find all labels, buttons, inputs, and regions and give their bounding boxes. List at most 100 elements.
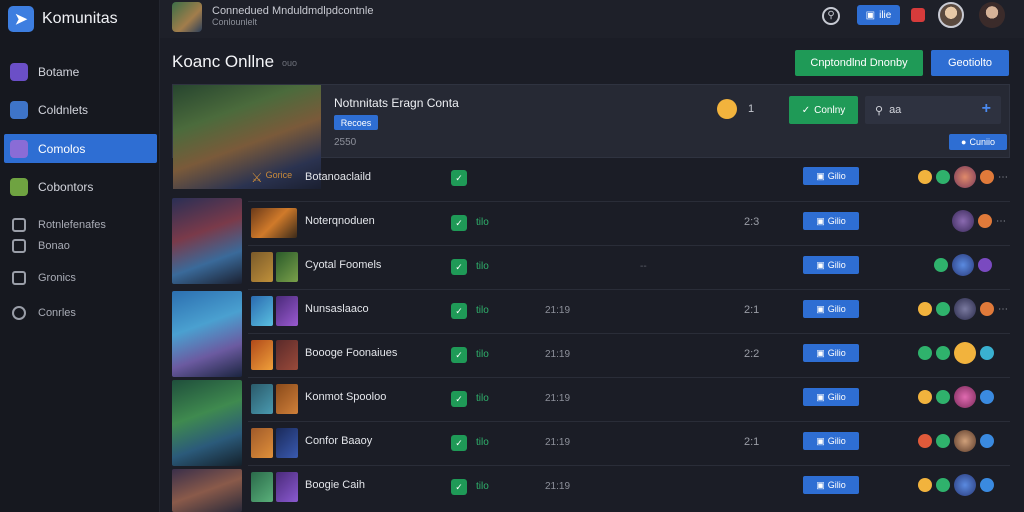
emoji-icon[interactable] (954, 342, 976, 364)
member-avatar[interactable] (952, 254, 974, 276)
more-icon[interactable]: ⋯ (996, 216, 1006, 227)
reaction-icon[interactable] (980, 478, 994, 492)
plus-icon[interactable]: + (982, 100, 991, 118)
sidebar-item-coldnlets[interactable]: Coldnlets (4, 95, 157, 124)
check-circle-icon[interactable] (934, 258, 948, 272)
list-item[interactable]: Boogie Caih ✓ tilo 21:19 ▣ Gilio (248, 466, 1010, 510)
member-avatar[interactable] (952, 210, 974, 232)
check-circle-icon[interactable] (936, 346, 950, 360)
game-artwork[interactable] (172, 291, 242, 377)
emoji-icon[interactable] (918, 170, 932, 184)
more-icon[interactable]: ⋯ (998, 304, 1008, 315)
check-icon[interactable]: ✓ (451, 479, 467, 495)
check-icon[interactable]: ✓ (451, 303, 467, 319)
game-thumbnail (251, 428, 273, 458)
row-action-button[interactable]: ▣ Gilio (803, 167, 859, 185)
featured-join-button[interactable]: ✓ Conlny (789, 96, 858, 124)
sidebar-item-bonao[interactable]: Bonao (4, 231, 157, 260)
primary-button[interactable]: Cnptondlnd Dnonby (795, 50, 923, 76)
brand-name: Komunitas (42, 10, 118, 27)
member-avatar[interactable] (954, 386, 976, 408)
reaction-icon[interactable] (980, 434, 994, 448)
reaction-icon[interactable] (978, 258, 992, 272)
check-icon[interactable]: ✓ (451, 435, 467, 451)
check-icon[interactable]: ✓ (451, 391, 467, 407)
emoji-icon[interactable] (918, 390, 932, 404)
box-icon: ▣ (816, 215, 825, 226)
game-thumbnail (251, 472, 273, 502)
row-number: 2:3 (744, 216, 760, 228)
search-icon[interactable]: ⚲ (822, 7, 840, 25)
row-action-button[interactable]: ▣ Gilio (803, 432, 859, 450)
member-avatar[interactable] (954, 430, 976, 452)
community-avatar[interactable] (172, 2, 202, 32)
profile-avatar[interactable] (979, 2, 1005, 28)
member-avatar[interactable] (954, 298, 976, 320)
check-circle-icon[interactable] (936, 170, 950, 184)
sidebar: ➤ Komunitas Botame Coldnlets Comolos Cob… (0, 0, 160, 512)
list-item[interactable]: Noterqnoduen ✓ tilo 2:3 ▣ Gilio ⋯ (248, 202, 1010, 246)
row-range: 21:19 (545, 349, 571, 360)
featured-badge[interactable]: Recoes (334, 115, 378, 130)
more-icon[interactable]: ⋯ (998, 172, 1008, 183)
list-item[interactable]: Boooge Foonaiues ✓ tilo 21:19 2:2 ▣ Gilio (248, 334, 1010, 378)
sidebar-item-conrles[interactable]: Conrles (4, 298, 157, 327)
list-item[interactable]: Konmot Spooloo ✓ tilo 21:19 ▣ Gilio (248, 378, 1010, 422)
brand[interactable]: ➤ Komunitas (0, 0, 159, 38)
game-artwork[interactable] (172, 469, 242, 512)
check-circle-icon[interactable] (936, 434, 950, 448)
reaction-icon[interactable] (980, 170, 994, 184)
row-action-button[interactable]: ▣ Gilio (803, 344, 859, 362)
box-icon: ▣ (816, 303, 825, 314)
featured-link-button[interactable]: ● Cuniio (949, 134, 1007, 150)
secondary-button[interactable]: Geotiolto (931, 50, 1009, 76)
member-avatar[interactable] (954, 474, 976, 496)
game-artwork[interactable] (172, 380, 242, 466)
box-icon: ▣ (816, 170, 825, 181)
notification-icon[interactable] (911, 8, 925, 22)
reaction-icon[interactable] (978, 214, 992, 228)
row-action-label: Gilio (827, 260, 846, 270)
row-name: Confor Baaoy (305, 435, 373, 447)
check-circle-icon[interactable] (936, 302, 950, 316)
reaction-icon[interactable] (980, 302, 994, 316)
reaction-icon[interactable] (980, 390, 994, 404)
row-action-button[interactable]: ▣ Gilio (803, 256, 859, 274)
box-icon: ▣ (816, 435, 825, 446)
user-avatar[interactable] (938, 2, 964, 28)
check-circle-icon[interactable] (918, 346, 932, 360)
game-artwork[interactable] (172, 198, 242, 284)
emoji-icon[interactable] (918, 478, 932, 492)
list-item[interactable]: Confor Baaoy ✓ tilo 21:19 2:1 ▣ Gilio (248, 422, 1010, 466)
topbar-button-label: ilie (879, 9, 892, 21)
check-icon[interactable]: ✓ (451, 170, 467, 186)
topbar-button[interactable]: ▣ ilie (857, 5, 900, 25)
check-icon[interactable]: ✓ (451, 259, 467, 275)
check-icon[interactable]: ✓ (451, 347, 467, 363)
featured-search-field[interactable]: ⚲ aa + (865, 96, 1001, 124)
list-item[interactable]: Cyotal Foomels ✓ tilo -- ▣ Gilio (248, 246, 1010, 290)
box-icon: ▣ (816, 479, 825, 490)
emoji-icon[interactable] (918, 302, 932, 316)
sidebar-item-cobontors[interactable]: Cobontors (4, 172, 157, 201)
list-item[interactable]: ⚔ Gorice Botanoaclaild ✓ ▣ Gilio ⋯ (248, 158, 1010, 202)
check-circle-icon[interactable] (936, 478, 950, 492)
list-item[interactable]: Nunsaslaaco ✓ tilo 21:19 2:1 ▣ Gilio ⋯ (248, 290, 1010, 334)
check-icon[interactable]: ✓ (451, 215, 467, 231)
sidebar-item-botame[interactable]: Botame (4, 57, 157, 86)
reaction-icon[interactable] (980, 346, 994, 360)
row-action-button[interactable]: ▣ Gilio (803, 476, 859, 494)
topbar-title: Connedued Mnduldmdlpdcontnle (212, 5, 374, 17)
game-icon (10, 62, 28, 81)
row-action-button[interactable]: ▣ Gilio (803, 300, 859, 318)
check-circle-icon[interactable] (936, 390, 950, 404)
sidebar-item-gronics[interactable]: Gronics (4, 263, 157, 292)
emoji-icon[interactable] (918, 434, 932, 448)
check-icon: ✓ (801, 104, 811, 116)
sidebar-item-comolos[interactable]: Comolos (4, 134, 157, 163)
row-range: 21:19 (545, 393, 571, 404)
member-avatar[interactable] (954, 166, 976, 188)
row-reactions: ⋯ (918, 166, 1008, 188)
row-action-button[interactable]: ▣ Gilio (803, 388, 859, 406)
row-action-button[interactable]: ▣ Gilio (803, 212, 859, 230)
